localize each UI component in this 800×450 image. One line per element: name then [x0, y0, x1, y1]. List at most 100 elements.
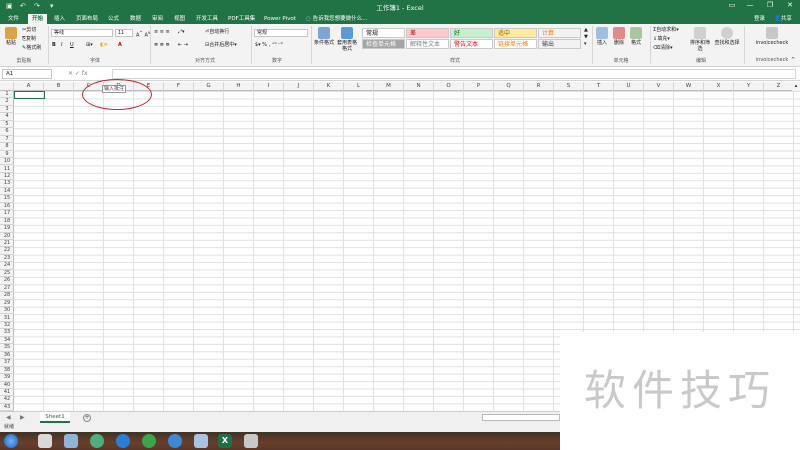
row-header[interactable]: 2	[0, 98, 14, 106]
horizontal-scrollbar[interactable]	[482, 414, 560, 421]
formula-input[interactable]	[112, 69, 796, 79]
row-header[interactable]: 8	[0, 143, 14, 151]
share-button[interactable]: 👤共享	[770, 14, 796, 24]
indent-icons[interactable]: ⇤ ⇥	[178, 42, 188, 49]
column-header[interactable]: T	[584, 82, 614, 91]
cell-style-swatch[interactable]: 常规	[362, 28, 405, 38]
scroll-up-icon[interactable]: ▴	[792, 82, 800, 91]
active-cell-A1[interactable]	[14, 91, 45, 99]
column-header[interactable]: R	[524, 82, 554, 91]
tab-page-layout[interactable]: 页面布局	[72, 14, 102, 24]
cell-style-swatch[interactable]: 计算	[538, 28, 581, 38]
column-header[interactable]: G	[194, 82, 224, 91]
close-button[interactable]: ✕	[782, 1, 798, 9]
align-top-icons[interactable]: ≡ ≡ ≡	[154, 29, 170, 36]
row-header[interactable]: 23	[0, 255, 14, 263]
app-icon-1[interactable]	[38, 434, 52, 448]
tab-review[interactable]: 审阅	[148, 14, 167, 24]
cell-style-swatch[interactable]: 链接单元格	[494, 39, 537, 49]
name-box[interactable]: A1	[2, 69, 52, 79]
row-header[interactable]: 6	[0, 128, 14, 136]
column-header[interactable]: L	[344, 82, 374, 91]
row-header[interactable]: 4	[0, 113, 14, 121]
tab-home[interactable]: 开始	[28, 14, 48, 24]
italic-button[interactable]: I	[61, 42, 62, 49]
tab-insert[interactable]: 插入	[50, 14, 69, 24]
row-header[interactable]: 9	[0, 151, 14, 159]
row-header[interactable]: 27	[0, 285, 14, 293]
row-header[interactable]: 38	[0, 367, 14, 375]
collapse-ribbon-icon[interactable]: ^	[791, 57, 795, 64]
tab-formulas[interactable]: 公式	[104, 14, 123, 24]
bold-button[interactable]: B	[52, 42, 56, 49]
font-color-button[interactable]: A	[118, 42, 122, 49]
underline-button[interactable]: U	[70, 42, 74, 49]
app-icon-2[interactable]	[64, 434, 78, 448]
column-header[interactable]: A	[14, 82, 44, 91]
cell-style-swatch[interactable]: 好	[450, 28, 493, 38]
restore-button[interactable]: ❐	[762, 1, 778, 9]
row-header[interactable]: 40	[0, 382, 14, 389]
cell-style-swatch[interactable]: 警告文本	[450, 39, 493, 49]
font-name-select[interactable]: 等线	[51, 29, 113, 37]
align-left-icons[interactable]: ≣ ≣ ≣	[154, 42, 170, 49]
row-header[interactable]: 10	[0, 158, 14, 166]
fill-button[interactable]: ⇓填充▾	[653, 36, 670, 43]
column-header[interactable]: B	[44, 82, 74, 91]
row-header[interactable]: 5	[0, 121, 14, 129]
row-header[interactable]: 20	[0, 233, 14, 240]
insert-cells-button[interactable]: 插入	[595, 27, 609, 46]
cell-style-swatch[interactable]: 输出	[538, 39, 581, 49]
column-header[interactable]: K	[314, 82, 344, 91]
column-header[interactable]: N	[404, 82, 434, 91]
clear-button[interactable]: ⌫清除▾	[653, 45, 673, 52]
column-header[interactable]: M	[374, 82, 404, 91]
ribbon-display-icon[interactable]: ▭	[724, 1, 740, 9]
row-header[interactable]: 14	[0, 188, 14, 196]
row-header[interactable]: 28	[0, 292, 14, 300]
merge-center-button[interactable]: ⊟合并后居中▾	[205, 42, 237, 49]
column-header[interactable]: Y	[734, 82, 764, 91]
border-icon[interactable]: ⊞▾	[86, 42, 93, 49]
row-header[interactable]: 18	[0, 218, 14, 226]
enter-icon[interactable]: ✓	[75, 70, 82, 77]
delete-cells-button[interactable]: 删除	[612, 27, 626, 46]
column-header[interactable]: Q	[494, 82, 524, 91]
row-header[interactable]: 24	[0, 262, 14, 270]
row-header[interactable]: 12	[0, 173, 14, 181]
currency-percent-icons[interactable]: $▾ % , ⁺⁰ ⁻⁰	[255, 42, 283, 49]
cut-button[interactable]: ✂剪切	[22, 27, 36, 34]
tab-view[interactable]: 视图	[170, 14, 189, 24]
format-as-table-button[interactable]: 套用表格格式	[336, 27, 358, 52]
row-header[interactable]: 7	[0, 136, 14, 144]
cell-style-swatch[interactable]: 检查单元格	[362, 39, 405, 49]
invoicecheck-button[interactable]: invoicecheck	[748, 27, 796, 46]
tab-power-pivot[interactable]: Power Pivot	[260, 14, 300, 24]
format-cells-button[interactable]: 格式	[629, 27, 643, 46]
row-header[interactable]: 17	[0, 210, 14, 218]
grow-font-icon[interactable]: A^ Av	[136, 29, 150, 40]
row-header[interactable]: 29	[0, 300, 14, 308]
conditional-format-button[interactable]: 条件格式	[313, 27, 335, 46]
app-icon-9[interactable]	[244, 434, 258, 448]
row-header[interactable]: 30	[0, 307, 14, 315]
row-header[interactable]: 34	[0, 337, 14, 345]
sort-filter-button[interactable]: 排序和筛选	[688, 27, 712, 52]
row-header[interactable]: 31	[0, 315, 14, 322]
orientation-icon[interactable]: ⤢▾	[178, 29, 185, 36]
column-header[interactable]: Z	[764, 82, 794, 91]
cell-style-swatch[interactable]: 解释性文本	[406, 39, 449, 49]
row-header[interactable]: 36	[0, 352, 14, 360]
row-header[interactable]: 42	[0, 396, 14, 404]
minimize-button[interactable]: —	[742, 1, 758, 9]
row-header[interactable]: 32	[0, 322, 14, 330]
find-select-button[interactable]: 查找和选择	[714, 27, 740, 46]
tab-data[interactable]: 数据	[126, 14, 145, 24]
row-header[interactable]: 1	[0, 91, 14, 99]
gallery-scroll-icons[interactable]: ▲ ▼ ▾	[584, 27, 588, 48]
select-all-corner[interactable]	[0, 82, 14, 91]
row-header[interactable]: 3	[0, 106, 14, 114]
column-header[interactable]: U	[614, 82, 644, 91]
wrap-text-button[interactable]: ⏎自动换行	[205, 29, 229, 36]
row-header[interactable]: 11	[0, 166, 14, 173]
